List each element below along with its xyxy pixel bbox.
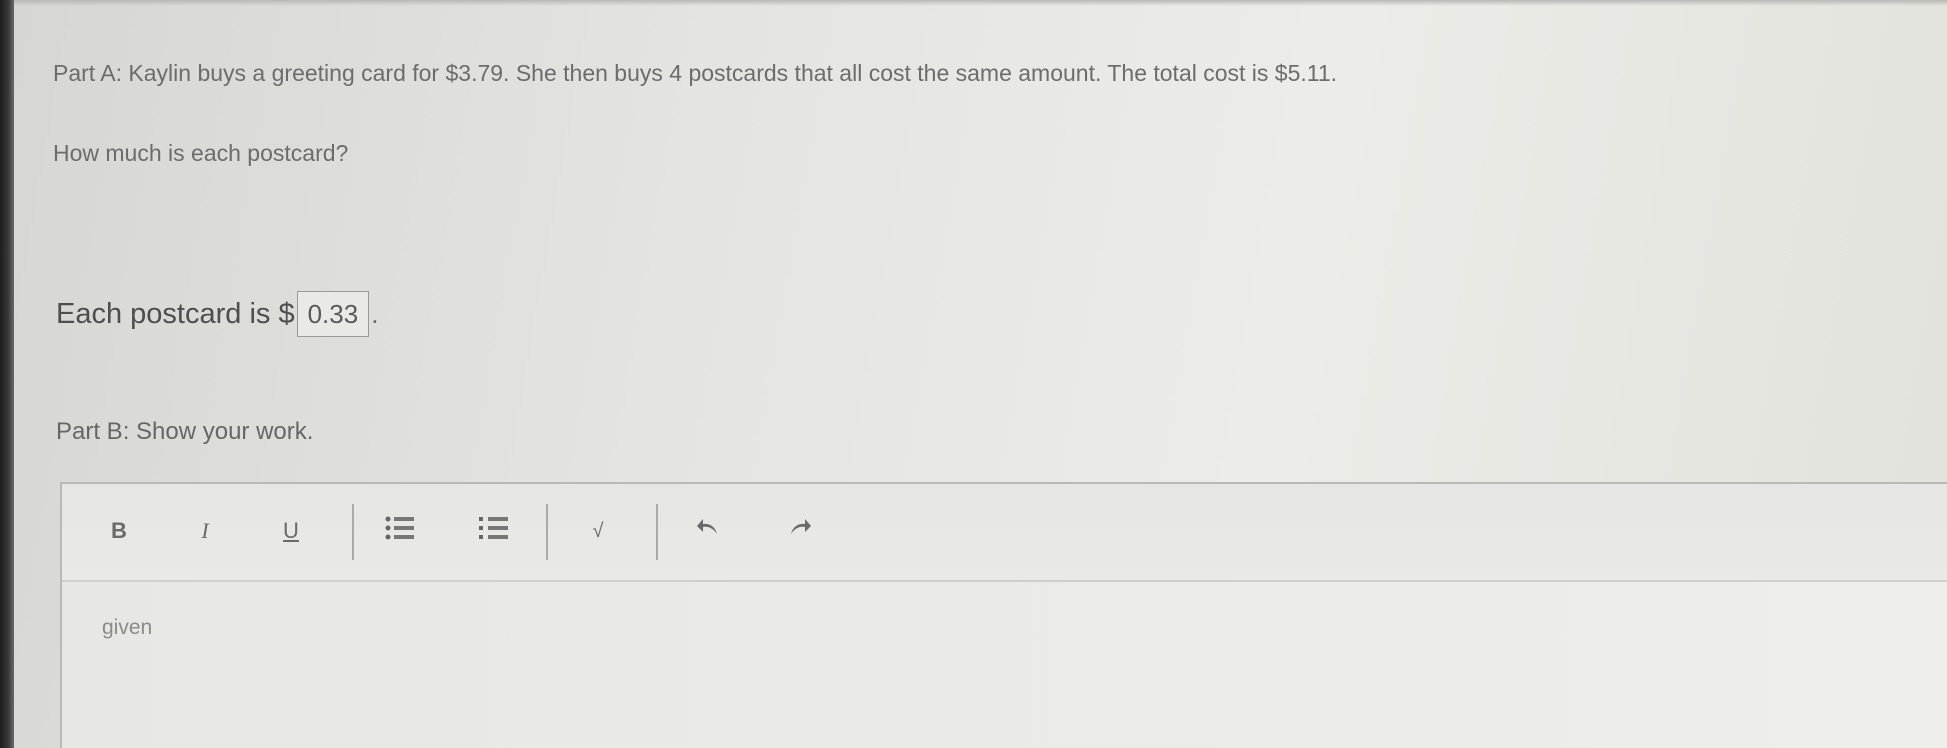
redo-icon[interactable] (780, 512, 816, 550)
equation-sqrt-icon[interactable]: √ (580, 512, 616, 550)
toolbar-separator (546, 504, 548, 560)
top-edge (14, 0, 1947, 6)
toolbar-separator (352, 504, 354, 560)
part-a-question: How much is each postcard? (53, 140, 349, 166)
rich-text-editor: B I U √ given (60, 482, 1947, 748)
answer-line: Each postcard is $ 0.33 . (56, 290, 378, 338)
part-b-prompt: Part B: Show your work. (56, 418, 314, 445)
undo-icon[interactable] (692, 512, 728, 550)
numbered-list-icon[interactable] (474, 512, 514, 550)
underline-button[interactable]: U (276, 512, 306, 550)
answer-input[interactable]: 0.33 (296, 291, 370, 337)
italic-button[interactable]: I (190, 512, 220, 550)
answer-prefix: Each postcard is $ (56, 297, 295, 330)
editor-text: given (102, 616, 153, 639)
editor-toolbar: B I U √ (62, 484, 1947, 582)
bold-button[interactable]: B (104, 512, 134, 550)
bulleted-list-icon[interactable] (380, 512, 420, 550)
screen-bezel (0, 0, 14, 748)
part-a-prompt: Part A: Kaylin buys a greeting card for … (53, 60, 1338, 86)
toolbar-separator (656, 504, 658, 560)
editor-content[interactable]: given (62, 582, 1947, 748)
answer-suffix: . (371, 298, 379, 329)
